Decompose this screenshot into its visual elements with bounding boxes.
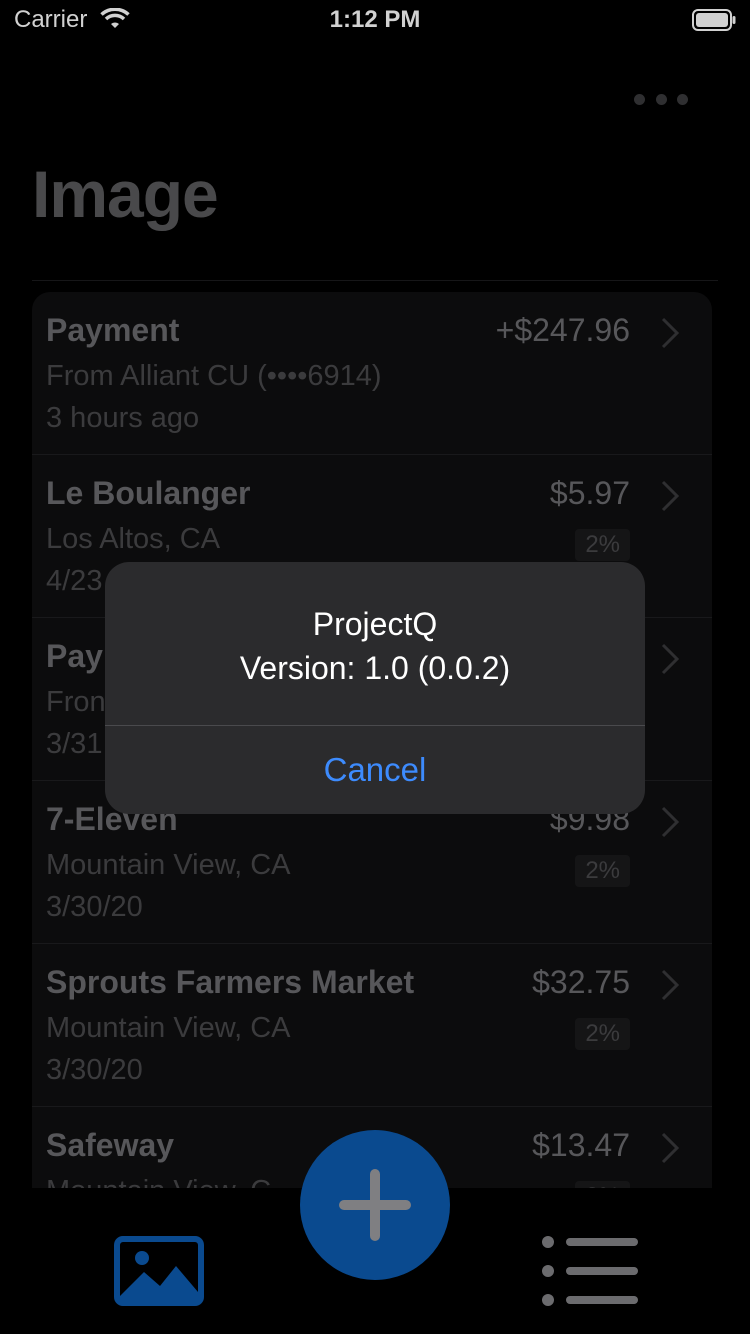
alert-title: ProjectQ [312,606,438,642]
tab-image[interactable] [114,1236,204,1306]
about-alert: ProjectQ Version: 1.0 (0.0.2) Cancel [105,562,645,814]
alert-message: Version: 1.0 (0.0.2) [239,650,511,686]
photo-icon [114,1236,204,1306]
tab-list[interactable] [540,1234,640,1308]
cancel-button[interactable]: Cancel [105,726,645,814]
list-icon [542,1236,638,1306]
plus-icon [339,1169,411,1241]
add-button[interactable] [300,1130,450,1280]
